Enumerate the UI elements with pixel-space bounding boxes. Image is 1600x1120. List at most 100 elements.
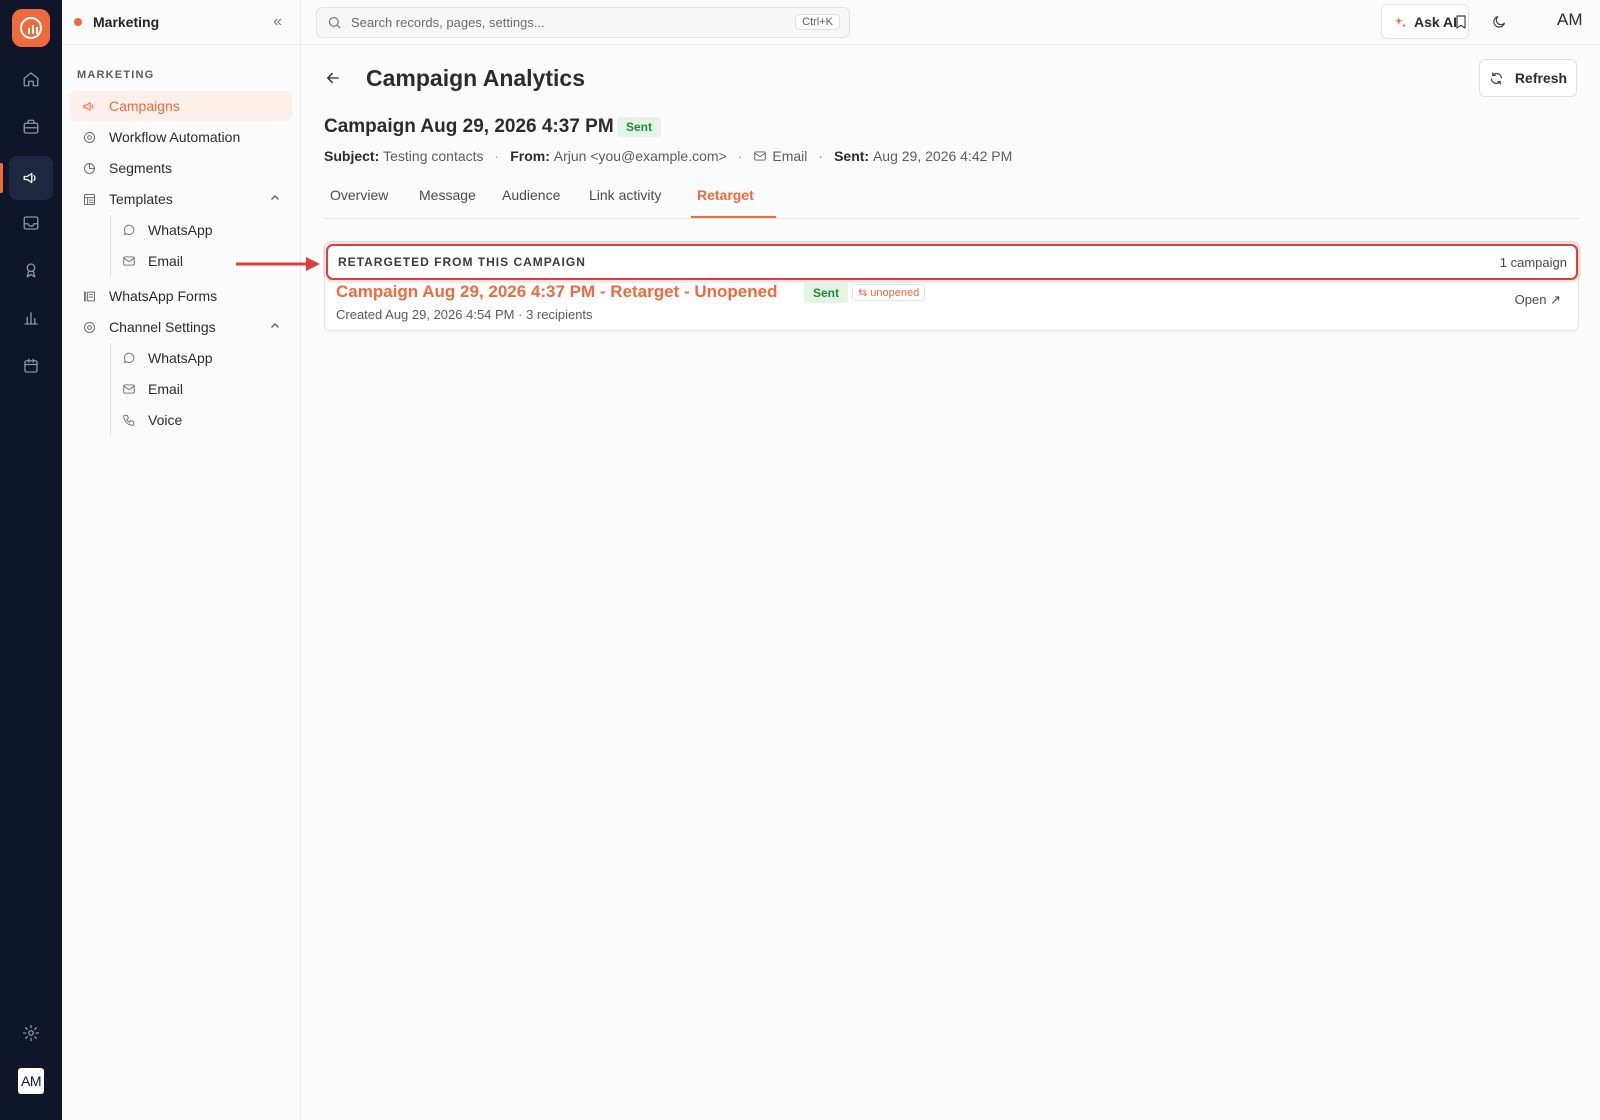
- open-campaign-link[interactable]: Open ↗: [1515, 292, 1561, 308]
- sent-label: Sent:: [834, 148, 870, 164]
- user-avatar[interactable]: AM: [1557, 10, 1583, 30]
- retarget-type-tag: ⇆ unopened: [852, 284, 926, 301]
- moon-icon: [1493, 16, 1505, 28]
- sidebar-subitem-label: WhatsApp: [148, 222, 213, 238]
- tab-retarget[interactable]: Retarget: [697, 187, 754, 203]
- subject-value: Testing contacts: [383, 148, 484, 164]
- app-logo[interactable]: [12, 9, 50, 47]
- sidebar-subitem-channel-voice[interactable]: Voice: [110, 405, 292, 435]
- sidebar-subitem-channel-whatsapp[interactable]: WhatsApp: [110, 343, 292, 373]
- mail-icon: [123, 384, 135, 394]
- bookmark-icon: [1456, 15, 1466, 29]
- status-badge: Sent: [804, 283, 849, 303]
- template-icon: [84, 193, 95, 205]
- from-label: From:: [510, 148, 550, 164]
- chevron-up-icon[interactable]: [270, 320, 280, 330]
- bar-chart-icon: [24, 312, 38, 325]
- sidebar-item-channel-settings[interactable]: Channel Settings: [70, 312, 292, 342]
- rail-inbox[interactable]: [9, 201, 53, 245]
- tab-link-activity[interactable]: Link activity: [589, 187, 661, 203]
- tabs: Overview Message Audience Link activity …: [324, 179, 1579, 219]
- sent-value: Aug 29, 2026 4:42 PM: [872, 148, 1013, 164]
- rail-analytics[interactable]: [9, 296, 53, 340]
- sidebar-item-label: Segments: [109, 160, 173, 176]
- sidebar-item-label: Workflow Automation: [109, 129, 241, 145]
- subject-label: Subject:: [324, 148, 380, 164]
- briefcase-icon: [23, 119, 39, 134]
- award-icon: [26, 263, 36, 278]
- refresh-label: Refresh: [1514, 70, 1568, 86]
- theme-toggle-button[interactable]: [1489, 12, 1509, 32]
- workspace-dot: [74, 18, 82, 26]
- sidebar-subitem-channel-email[interactable]: Email: [110, 374, 292, 404]
- workspace-title: Marketing: [93, 14, 160, 30]
- chevron-up-icon[interactable]: [270, 192, 280, 202]
- sidebar-item-campaigns[interactable]: Campaigns: [70, 91, 292, 121]
- tab-overview[interactable]: Overview: [330, 187, 388, 203]
- sidebar-section-label: MARKETING: [77, 69, 155, 81]
- search-input[interactable]: Search records, pages, settings... Ctrl+…: [316, 7, 850, 38]
- inbox-icon: [23, 216, 39, 230]
- sidebar-item-label: WhatsApp Forms: [109, 288, 218, 304]
- rail-home[interactable]: [9, 57, 53, 101]
- rail-briefcase[interactable]: [9, 105, 53, 149]
- sidebar-item-whatsapp-forms[interactable]: WhatsApp Forms: [70, 281, 292, 311]
- retarget-type-label: unopened: [870, 287, 920, 299]
- retarget-card-header: RETARGETED FROM THIS CAMPAIGN 1 campaign: [326, 244, 1578, 280]
- tab-audience[interactable]: Audience: [502, 187, 560, 203]
- whatsapp-icon: [123, 352, 135, 364]
- channel-value: Email: [772, 148, 808, 164]
- retarget-card: RETARGETED FROM THIS CAMPAIGN 1 campaign…: [324, 241, 1579, 331]
- rail-calendar[interactable]: [9, 344, 53, 388]
- mail-icon: [754, 151, 767, 161]
- retarget-campaign-link[interactable]: Campaign Aug 29, 2026 4:37 PM - Retarget…: [336, 282, 777, 302]
- active-tab-indicator: [691, 216, 776, 218]
- workspace-header: Marketing «: [62, 0, 300, 45]
- app-rail: AM: [0, 0, 62, 1120]
- bookmark-button[interactable]: [1451, 12, 1471, 32]
- phone-icon: [123, 414, 135, 426]
- logo-icon: [20, 17, 42, 39]
- retarget-campaign-subtitle: Created Aug 29, 2026 4:54 PM · 3 recipie…: [336, 307, 593, 322]
- meta-separator: ·: [494, 148, 500, 164]
- main-content: Campaign Analytics Refresh Campaign Aug …: [301, 45, 1600, 1120]
- cog-icon: [84, 321, 95, 333]
- rail-marketing[interactable]: [9, 156, 53, 200]
- sidebar: Marketing « MARKETING Campaigns Workflow…: [62, 0, 301, 1120]
- whatsapp-icon: [123, 224, 135, 236]
- retarget-count: 1 campaign: [1499, 255, 1567, 270]
- sidebar-item-label: Channel Settings: [109, 319, 216, 335]
- rail-avatar[interactable]: AM: [18, 1068, 44, 1094]
- meta-separator: ·: [818, 148, 824, 164]
- search-placeholder: Search records, pages, settings...: [351, 15, 545, 30]
- page-title: Campaign Analytics: [366, 65, 585, 91]
- sidebar-subitem-label: Email: [148, 381, 184, 397]
- sidebar-subitem-label: WhatsApp: [148, 350, 213, 366]
- retarget-header-label: RETARGETED FROM THIS CAMPAIGN: [338, 255, 586, 269]
- collapse-sidebar-icon[interactable]: «: [273, 13, 282, 31]
- sidebar-item-templates[interactable]: Templates: [70, 184, 292, 214]
- rail-settings[interactable]: [9, 1011, 53, 1055]
- meta-separator: ·: [737, 148, 743, 164]
- refresh-icon: [1490, 71, 1502, 85]
- sparkle-icon: [1394, 16, 1406, 27]
- back-button[interactable]: [324, 69, 342, 87]
- rail-awards[interactable]: [9, 248, 53, 292]
- search-icon: [328, 16, 341, 29]
- home-icon: [23, 72, 39, 87]
- sidebar-item-label: Templates: [109, 191, 173, 207]
- rail-active-indicator: [0, 163, 3, 193]
- sidebar-subitem-templates-whatsapp[interactable]: WhatsApp: [110, 215, 292, 245]
- topbar: Search records, pages, settings... Ctrl+…: [301, 0, 1600, 45]
- refresh-button[interactable]: Refresh: [1479, 59, 1577, 97]
- arrow-left-icon: [327, 72, 339, 84]
- sidebar-item-segments[interactable]: Segments: [70, 153, 292, 183]
- sidebar-item-workflow-automation[interactable]: Workflow Automation: [70, 122, 292, 152]
- calendar-icon: [24, 358, 38, 373]
- form-icon: [84, 291, 95, 301]
- sidebar-item-label: Campaigns: [109, 98, 180, 114]
- sidebar-subitem-label: Voice: [148, 412, 183, 428]
- tab-message[interactable]: Message: [419, 187, 476, 203]
- open-label: Open: [1514, 292, 1547, 307]
- campaign-meta: Subject: Testing contacts · From: Arjun …: [324, 148, 1012, 164]
